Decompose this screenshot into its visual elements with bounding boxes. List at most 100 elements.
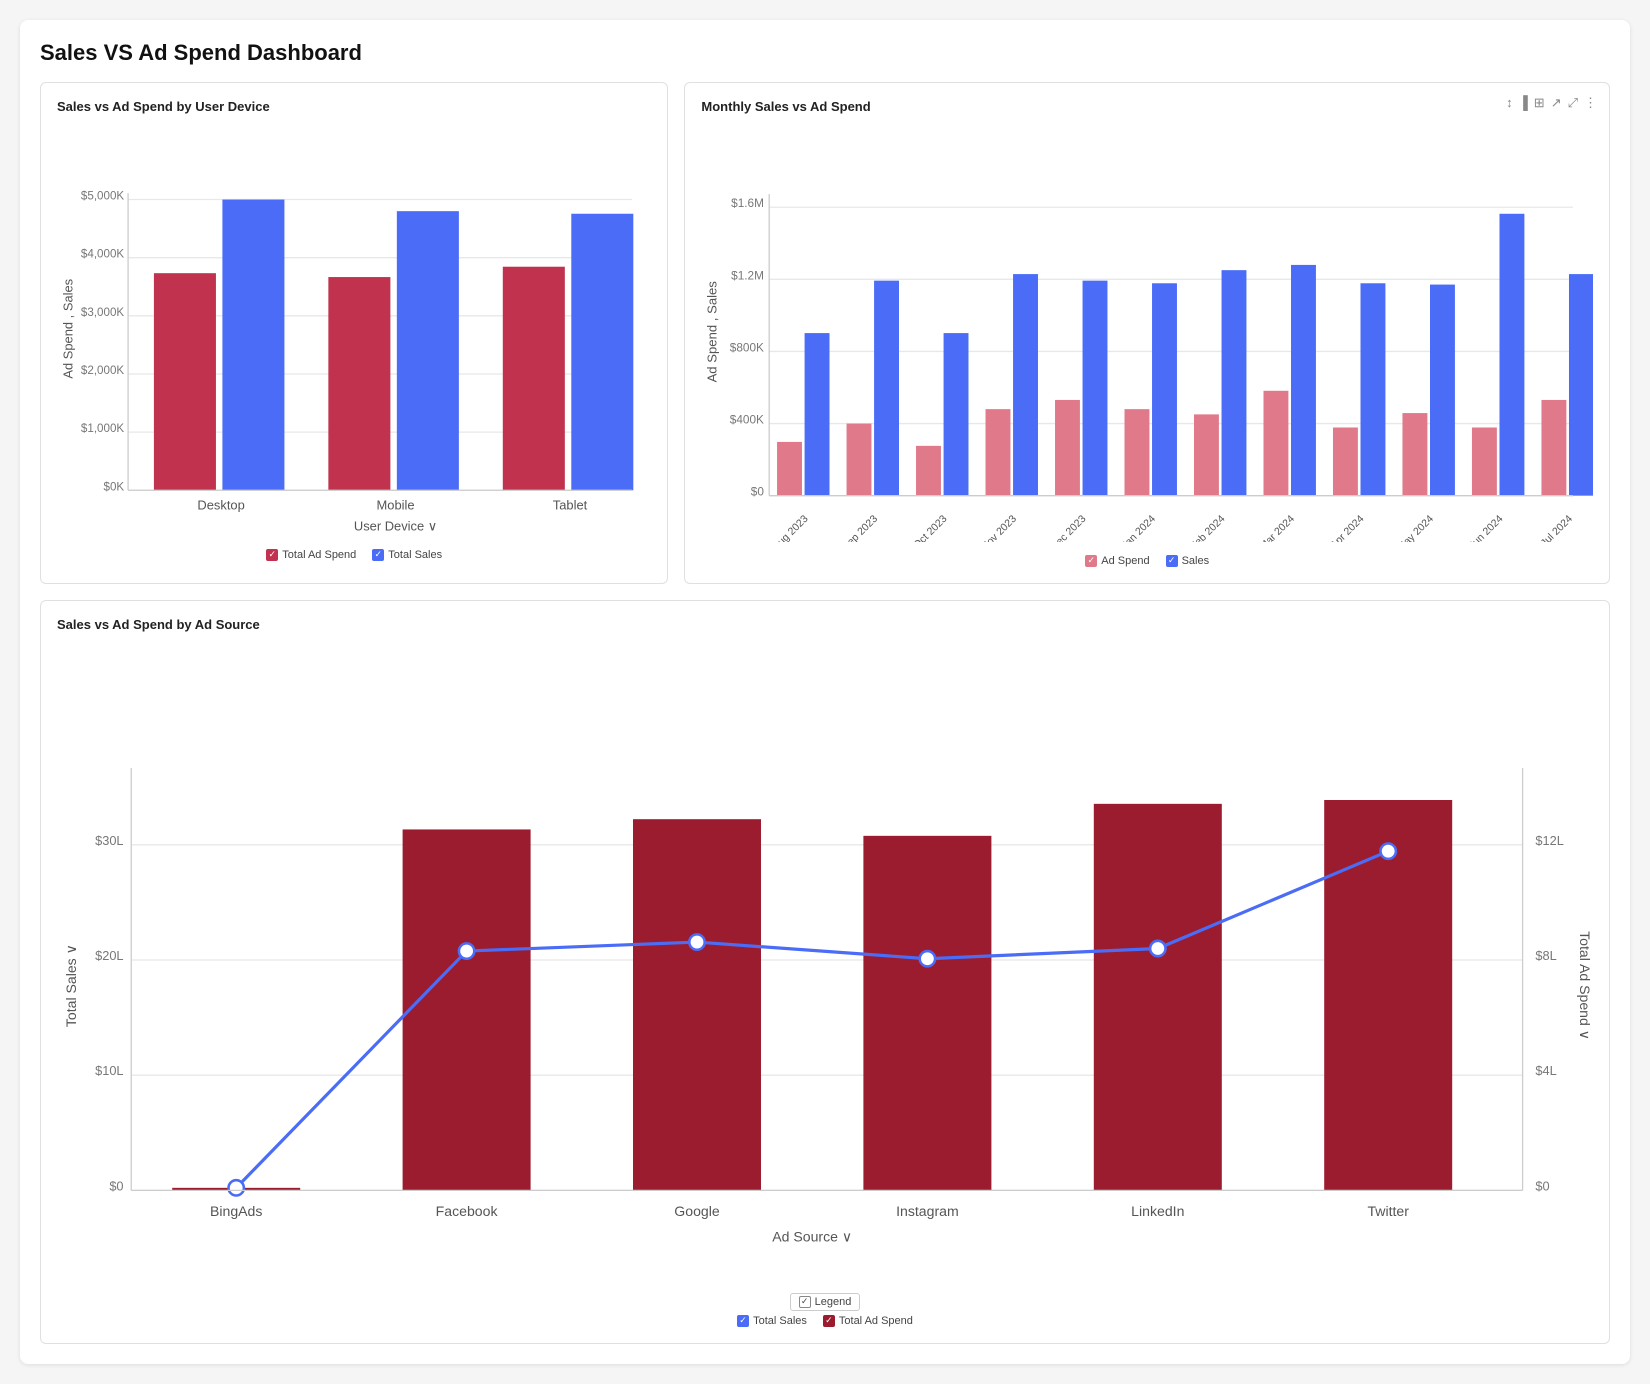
svg-text:$3,000K: $3,000K [81,306,125,319]
tablet-sales-bar [571,214,633,491]
svg-text:Aug 2023: Aug 2023 [772,513,812,541]
svg-text:$1.2M: $1.2M [732,268,765,282]
svg-text:$4L: $4L [1535,1063,1556,1078]
bingads-label: BingAds [210,1203,262,1219]
legend-total-sales: ✓ Total Sales [737,1315,807,1327]
legend-label-container: ✓ Legend [790,1293,861,1311]
legend-sales-label: Total Sales [388,549,442,561]
linkedin-bar [1094,803,1222,1190]
svg-text:$1,000K: $1,000K [81,422,125,435]
twitter-label: Twitter [1367,1203,1409,1219]
svg-text:$10L: $10L [95,1063,123,1078]
ad-spend-check: ✓ [266,549,278,561]
ad-source-legend: ✓ Legend [57,1293,1593,1311]
svg-text:$2,000K: $2,000K [81,364,125,377]
ad-source-chart-panel: Sales vs Ad Spend by Ad Source Total Sal… [40,600,1610,1344]
legend-total-sales-label: Total Sales [753,1315,807,1327]
legend-sales: ✓ Total Sales [372,549,442,561]
total-adspend-check: ✓ [823,1315,835,1327]
x-axis-label: User Device ∨ [354,518,437,533]
expand-icon[interactable]: ⤢ [1568,95,1578,111]
ad-source-legend-items: ✓ Total Sales ✓ Total Ad Spend [57,1315,1593,1327]
ad-source-x-label: Ad Source ∨ [772,1228,852,1244]
y-axis-label: Ad Spend , Sales [61,279,76,379]
mobile-sales-bar [397,211,459,490]
svg-text:$4,000K: $4,000K [81,248,125,261]
monthly-chart: Ad Spend , Sales $0 $400K $800K $1.2M $1… [701,122,1593,542]
instagram-label: Instagram [896,1203,959,1219]
google-bar [633,819,761,1190]
panel-icons: ↕ ▐ ⊞ ↗ ⤢ ⋮ [1506,95,1597,111]
user-device-legend: ✓ Total Ad Spend ✓ Total Sales [57,549,651,561]
dashboard-title: Sales VS Ad Spend Dashboard [40,40,1610,66]
svg-text:$800K: $800K [730,340,764,354]
svg-text:$30L: $30L [95,832,123,847]
linkedin-label: LinkedIn [1131,1203,1184,1219]
svg-text:$0: $0 [109,1178,123,1193]
ad-source-chart-title: Sales vs Ad Spend by Ad Source [57,617,1593,632]
monthly-adspend-check: ✓ [1085,555,1097,567]
svg-text:$8L: $8L [1535,948,1556,963]
instagram-bar [863,835,991,1190]
svg-text:Apr 2024: Apr 2024 [1329,513,1367,541]
svg-text:$400K: $400K [730,413,764,427]
svg-text:Nov 2023: Nov 2023 [980,513,1020,541]
sort-icon[interactable]: ↕ [1506,95,1513,111]
svg-text:$12L: $12L [1535,832,1563,847]
viz-icon[interactable]: ⊞ [1534,95,1545,111]
ad-source-chart: Total Sales ∨ $0 $10L $20L $30L Total Ad… [57,640,1593,1280]
monthly-chart-title: Monthly Sales vs Ad Spend [701,99,1593,114]
legend-label-text: Legend [815,1296,852,1308]
desktop-sales-bar [222,200,284,491]
svg-text:$1.6M: $1.6M [732,196,765,210]
svg-text:Mar 2024: Mar 2024 [1258,513,1297,541]
mobile-ad-spend-bar [328,277,390,490]
svg-text:$0: $0 [1535,1178,1549,1193]
svg-text:Sep 2023: Sep 2023 [841,513,881,541]
legend-checkbox: ✓ [799,1296,811,1308]
facebook-dot [459,943,474,958]
svg-text:Dec 2023: Dec 2023 [1049,513,1089,541]
more-icon[interactable]: ⋮ [1584,95,1597,111]
legend-monthly-sales: ✓ Sales [1166,555,1210,567]
facebook-label: Facebook [436,1203,499,1219]
bingads-dot [229,1180,244,1195]
total-sales-check: ✓ [737,1315,749,1327]
monthly-chart-panel: Monthly Sales vs Ad Spend ↕ ▐ ⊞ ↗ ⤢ ⋮ Ad… [684,82,1610,584]
google-label: Google [674,1203,720,1219]
twitter-dot [1381,843,1396,858]
svg-text:Ad Spend , Sales: Ad Spend , Sales [705,281,720,383]
svg-text:May 2024: May 2024 [1396,513,1436,541]
linkedin-dot [1150,940,1165,955]
svg-text:$20L: $20L [95,948,123,963]
svg-text:Feb 2024: Feb 2024 [1189,513,1228,541]
tablet-label: Tablet [553,498,588,513]
tablet-ad-spend-bar [503,267,565,491]
mobile-label: Mobile [377,498,415,513]
svg-text:Jun 2024: Jun 2024 [1468,513,1506,541]
dashboard: Sales VS Ad Spend Dashboard Sales vs Ad … [20,20,1630,1364]
bar-icon[interactable]: ▐ [1519,95,1528,111]
google-dot [689,934,704,949]
user-device-chart: Ad Spend , Sales $0K $1,000K $2,000K $3,… [57,122,651,536]
svg-text:Total Sales ∨: Total Sales ∨ [63,944,79,1027]
legend-ad-spend-label: Total Ad Spend [282,549,356,561]
user-device-chart-panel: Sales vs Ad Spend by User Device Ad Spen… [40,82,668,584]
svg-text:Jul 2024: Jul 2024 [1540,513,1576,541]
legend-monthly-adspend: ✓ Ad Spend [1085,555,1149,567]
svg-text:Oct 2023: Oct 2023 [912,513,950,541]
sales-check: ✓ [372,549,384,561]
svg-text:Total Ad Spend ∨: Total Ad Spend ∨ [1577,931,1593,1040]
export-icon[interactable]: ↗ [1551,95,1562,111]
instagram-dot [920,951,935,966]
legend-monthly-adspend-label: Ad Spend [1101,555,1149,567]
desktop-ad-spend-bar [154,273,216,490]
legend-monthly-sales-label: Sales [1182,555,1210,567]
top-row: Sales vs Ad Spend by User Device Ad Spen… [40,82,1610,584]
svg-text:$5,000K: $5,000K [81,190,125,203]
desktop-label: Desktop [197,498,244,513]
svg-text:Jan 2024: Jan 2024 [1120,513,1158,541]
svg-text:$0: $0 [751,485,765,499]
monthly-sales-check: ✓ [1166,555,1178,567]
facebook-bar [403,829,531,1190]
